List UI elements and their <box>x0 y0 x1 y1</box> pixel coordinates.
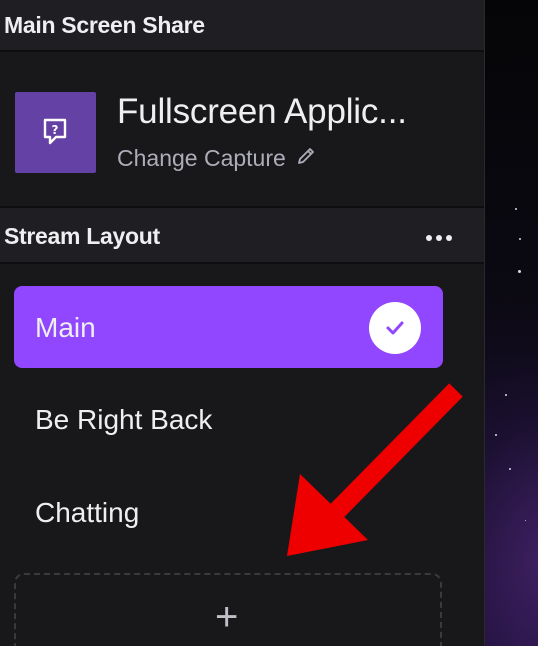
more-options-button[interactable] <box>419 226 459 250</box>
main-screen-share-header: Main Screen Share <box>0 0 484 52</box>
preview-star <box>519 238 521 240</box>
stream-manager-panel: Main Screen Share ? Fullscreen Applic...… <box>0 0 485 646</box>
capture-source-row[interactable]: ? Fullscreen Applic... Change Capture <box>0 52 484 208</box>
layout-list: Main Be Right Back Chatting + <box>0 264 484 646</box>
preview-star <box>525 520 526 521</box>
layout-item-chatting[interactable]: Chatting <box>14 471 443 553</box>
stream-layout-screenshot: Main Screen Share ? Fullscreen Applic...… <box>0 0 538 646</box>
change-capture-button[interactable]: Change Capture <box>117 145 316 172</box>
layout-item-label: Be Right Back <box>35 404 213 435</box>
stream-layout-header: Stream Layout <box>0 208 484 264</box>
more-options-icon <box>419 235 459 254</box>
preview-star <box>505 394 507 396</box>
capture-source-name: Fullscreen Applic... <box>117 92 407 131</box>
stream-preview <box>485 0 538 646</box>
add-layout-button[interactable]: + <box>14 573 442 646</box>
layout-item-label: Main <box>35 312 96 343</box>
pencil-icon <box>296 145 316 172</box>
layout-item-label: Chatting <box>35 497 140 528</box>
main-screen-share-title: Main Screen Share <box>4 12 205 38</box>
selected-check-badge <box>369 302 421 354</box>
change-capture-label: Change Capture <box>117 145 286 171</box>
capture-thumbnail: ? <box>15 92 96 173</box>
preview-star <box>495 434 497 436</box>
plus-icon: + <box>215 595 239 639</box>
layout-item-be-right-back[interactable]: Be Right Back <box>14 378 443 460</box>
stream-layout-title: Stream Layout <box>4 223 160 249</box>
layout-item-main[interactable]: Main <box>14 286 443 368</box>
preview-star <box>515 208 517 210</box>
svg-text:?: ? <box>52 123 59 137</box>
preview-star <box>509 468 511 470</box>
preview-star <box>518 270 521 273</box>
